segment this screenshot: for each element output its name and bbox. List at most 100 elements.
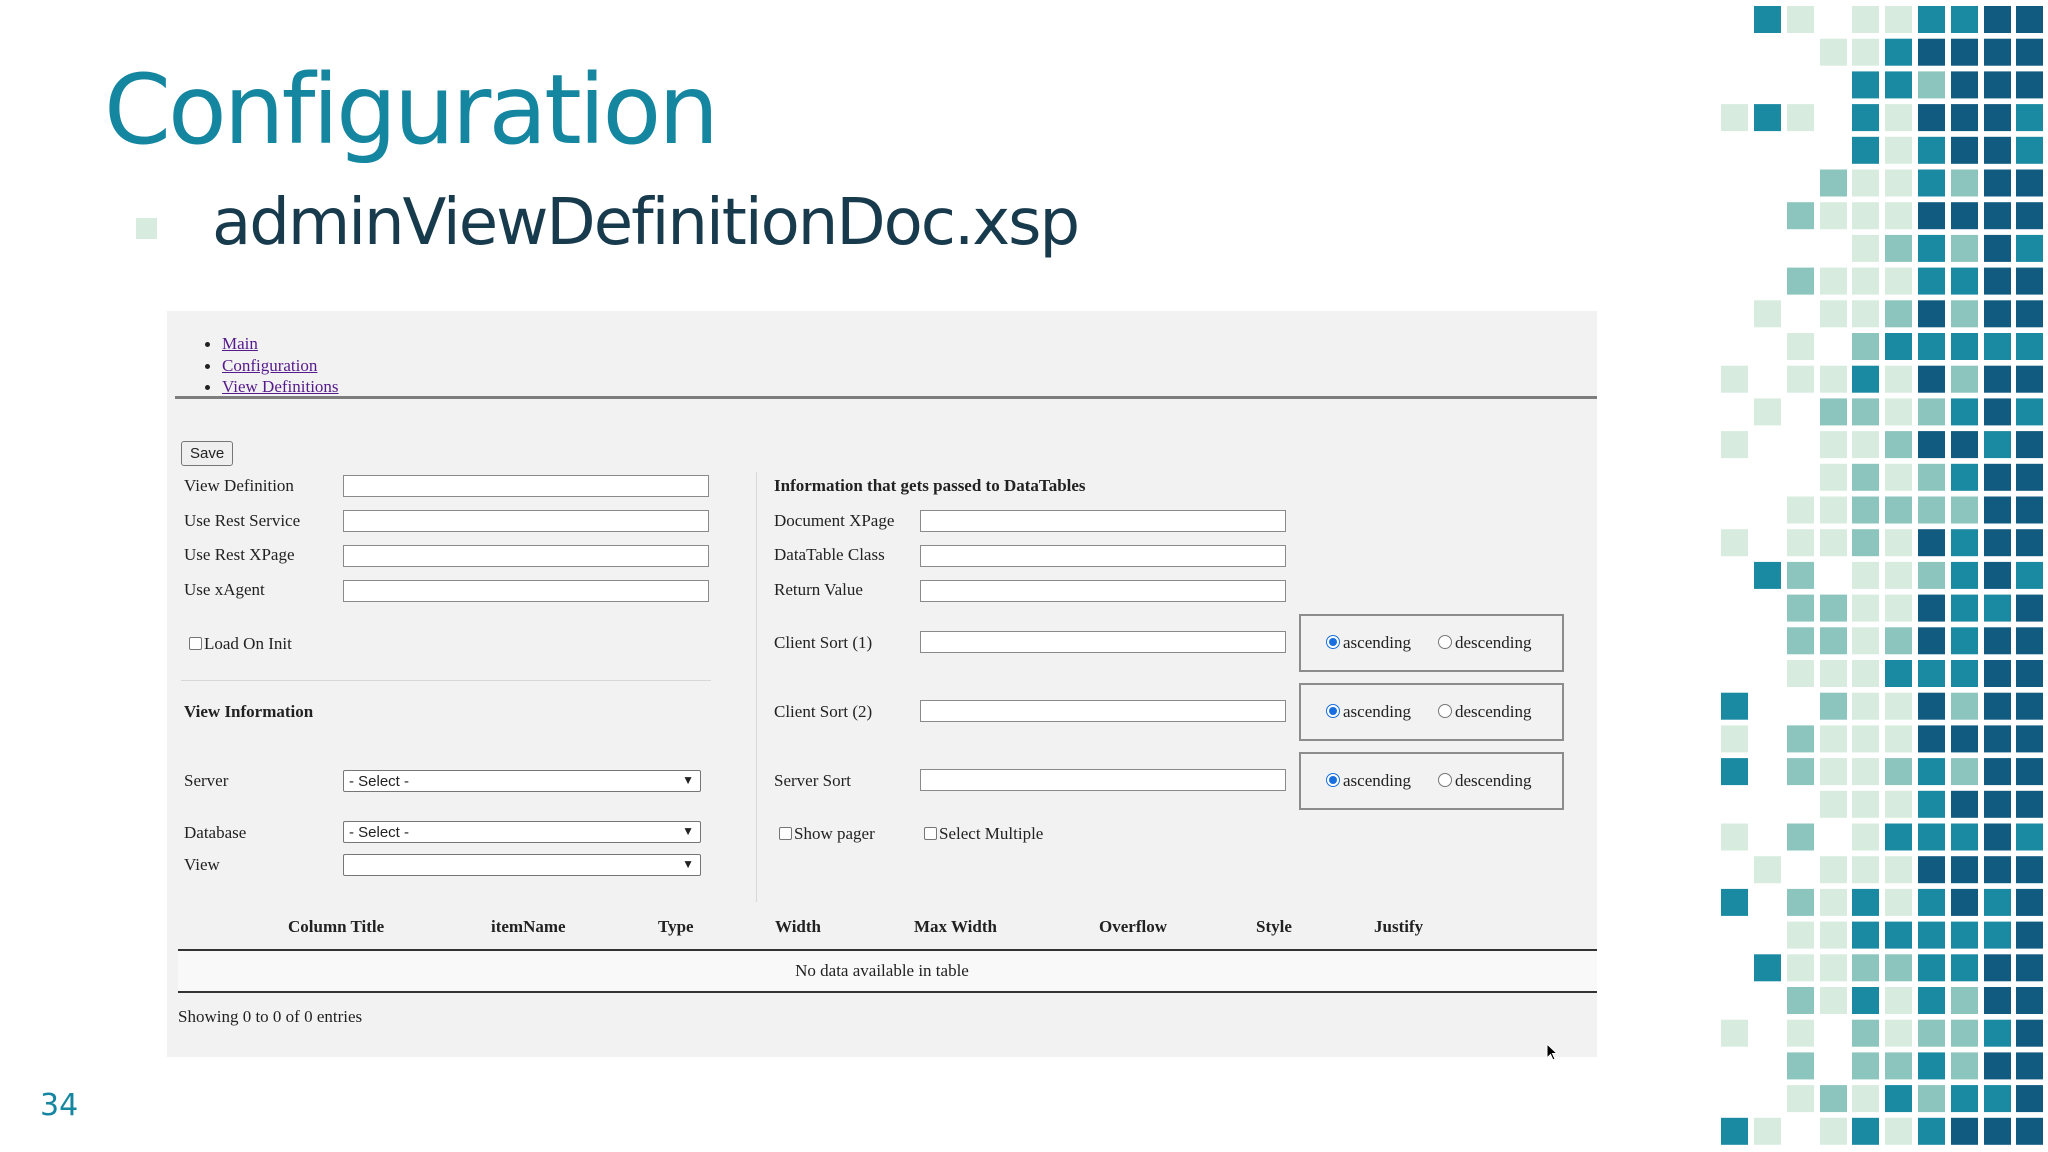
ascending-label: ascending: [1343, 702, 1411, 721]
nav-link-view-definitions[interactable]: View Definitions: [222, 377, 339, 396]
mosaic-tile: [1885, 1117, 1912, 1145]
mosaic-tile: [1787, 823, 1814, 851]
server-sort-ascending[interactable]: ascending: [1326, 771, 1411, 791]
mosaic-tile: [1951, 1117, 1978, 1145]
select-multiple-checkbox[interactable]: [924, 827, 937, 840]
show-pager-checkbox[interactable]: [779, 827, 792, 840]
mosaic-tile: [1852, 6, 1879, 33]
mosaic-tile: [1820, 987, 1847, 1014]
table-empty-message: No data available in table: [795, 961, 969, 980]
mosaic-tile: [1885, 954, 1912, 982]
save-button[interactable]: Save: [181, 441, 234, 466]
mosaic-tile: [1787, 267, 1814, 295]
mosaic-tile: [1984, 758, 2011, 786]
nav-item-view-definitions: View Definitions: [205, 376, 339, 398]
mosaic-tile: [1852, 71, 1879, 99]
mosaic-tile: [1852, 234, 1879, 262]
mosaic-tile: [1852, 1117, 1879, 1145]
mosaic-tile: [1721, 1019, 1748, 1047]
use-rest-service-label: Use Rest Service: [184, 511, 301, 530]
mosaic-tile: [1984, 38, 2011, 66]
mosaic-tile: [2016, 104, 2043, 132]
server-label: Server: [184, 771, 229, 790]
mosaic-tile: [1820, 594, 1847, 622]
mosaic-tile: [1852, 496, 1879, 524]
mosaic-tile: [1918, 660, 1945, 687]
mosaic-tile: [2016, 267, 2043, 295]
document-xpage-input[interactable]: [920, 510, 1286, 532]
mosaic-tile: [1787, 921, 1814, 949]
database-label: Database: [184, 823, 247, 842]
mosaic-tile: [1984, 660, 2011, 687]
mosaic-tile: [1951, 1085, 1978, 1113]
column-header-overflow[interactable]: Overflow: [1099, 917, 1167, 937]
view-definition-input[interactable]: [343, 475, 709, 497]
client-sort-2-input[interactable]: [920, 700, 1286, 722]
mosaic-tile: [1984, 987, 2011, 1014]
mosaic-tile: [2016, 856, 2043, 884]
mosaic-tile: [1852, 692, 1879, 720]
mosaic-tile: [1918, 234, 1945, 262]
mosaic-tile: [1984, 71, 2011, 99]
mosaic-tile: [1951, 823, 1978, 851]
client-sort-1-input[interactable]: [920, 631, 1286, 653]
client-sort-1-descending[interactable]: descending: [1438, 633, 1531, 653]
mosaic-tile: [1918, 104, 1945, 132]
mosaic-tile: [1820, 267, 1847, 295]
column-header-style[interactable]: Style: [1256, 917, 1292, 937]
client-sort-1-ascending[interactable]: ascending: [1326, 633, 1411, 653]
mosaic-tile: [2016, 1019, 2043, 1047]
mosaic-tile: [1754, 856, 1781, 884]
mosaic-tile: [1721, 431, 1748, 459]
mosaic-tile: [1885, 365, 1912, 393]
mosaic-tile: [1984, 234, 2011, 262]
mosaic-tile: [1918, 300, 1945, 328]
chevron-down-icon: ▼: [682, 824, 694, 838]
mosaic-tile: [1984, 921, 2011, 949]
server-select-value: - Select -: [349, 773, 410, 790]
mosaic-tile: [1754, 6, 1781, 33]
load-on-init-checkbox[interactable]: [189, 637, 202, 650]
mosaic-tile: [1951, 202, 1978, 230]
mosaic-tile: [1918, 1019, 1945, 1047]
column-header-type[interactable]: Type: [658, 917, 694, 937]
column-header-max-width[interactable]: Max Width: [914, 917, 997, 937]
client-sort-2-descending[interactable]: descending: [1438, 702, 1531, 722]
load-on-init-label: Load On Init: [204, 634, 292, 653]
mosaic-tile: [1951, 234, 1978, 262]
column-header-itemname[interactable]: itemName: [491, 917, 566, 937]
mosaic-tile: [1885, 790, 1912, 818]
use-rest-service-input[interactable]: [343, 510, 709, 532]
view-select[interactable]: ▼: [343, 854, 701, 876]
mouse-cursor-icon: [1546, 1043, 1559, 1061]
use-xagent-input[interactable]: [343, 580, 709, 602]
descending-label: descending: [1455, 633, 1532, 652]
nav-link-main[interactable]: Main: [222, 334, 258, 353]
app-screenshot: Main Configuration View Definitions Save…: [167, 311, 1597, 1061]
mosaic-tile: [1820, 202, 1847, 230]
client-sort-2-ascending[interactable]: ascending: [1326, 702, 1411, 722]
column-header-width[interactable]: Width: [775, 917, 821, 937]
use-rest-xpage-input[interactable]: [343, 545, 709, 567]
mosaic-tile: [2016, 561, 2043, 589]
mosaic-tile: [1885, 888, 1912, 916]
mosaic-tile: [1721, 692, 1748, 720]
mosaic-tile: [1984, 1019, 2011, 1047]
server-select[interactable]: - Select - ▼: [343, 770, 701, 792]
nav-link-configuration[interactable]: Configuration: [222, 356, 317, 375]
mosaic-tile: [1852, 365, 1879, 393]
datatable-class-input[interactable]: [920, 545, 1286, 567]
column-header-title[interactable]: Column Title: [288, 917, 384, 937]
mosaic-tile: [1951, 431, 1978, 459]
server-sort-input[interactable]: [920, 769, 1286, 791]
mosaic-tile: [1984, 496, 2011, 524]
return-value-input[interactable]: [920, 580, 1286, 602]
mosaic-tile: [1885, 136, 1912, 164]
radio-unchecked-icon: [1438, 773, 1452, 787]
mosaic-tile: [1918, 561, 1945, 589]
database-select[interactable]: - Select - ▼: [343, 821, 701, 843]
column-header-justify[interactable]: Justify: [1374, 917, 1423, 937]
server-sort-descending[interactable]: descending: [1438, 771, 1531, 791]
mosaic-tile: [1984, 725, 2011, 753]
mosaic-tile: [2016, 463, 2043, 491]
